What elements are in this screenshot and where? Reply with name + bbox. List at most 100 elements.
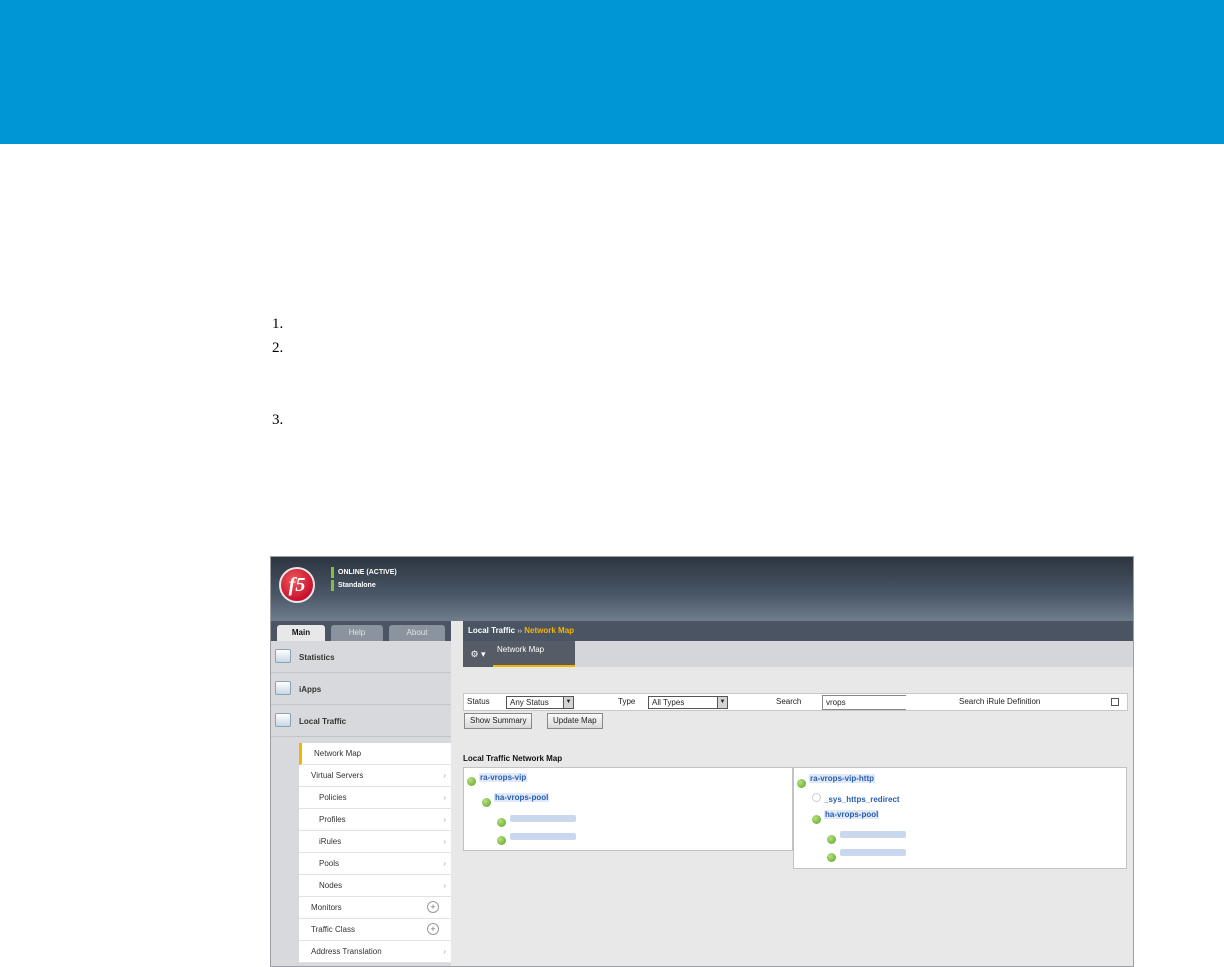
search-label: Search bbox=[776, 697, 802, 706]
header-banner bbox=[0, 0, 1224, 144]
update-map-button[interactable]: Update Map bbox=[547, 713, 603, 729]
filter-bar: Status Any Status ▼ Type All Types ▼ Sea… bbox=[463, 693, 1128, 711]
map-title: Local Traffic Network Map bbox=[463, 754, 563, 763]
blurred-pool-member[interactable] bbox=[840, 849, 906, 856]
sidebar-section-label: Local Traffic bbox=[299, 717, 347, 726]
local-traffic-icon bbox=[275, 713, 291, 727]
sidebar-item-profiles[interactable]: Profiles › bbox=[299, 809, 451, 831]
f5-screenshot: f5 ONLINE (ACTIVE) Standalone Main Help … bbox=[270, 556, 1134, 967]
sidebar-item-address-translation[interactable]: Address Translation › bbox=[299, 941, 451, 963]
sidebar-section-label: Statistics bbox=[299, 653, 335, 662]
blurred-pool-member[interactable] bbox=[510, 833, 576, 840]
tab-main[interactable]: Main bbox=[277, 625, 325, 641]
node-label: ra-vrops-vip bbox=[479, 773, 528, 782]
chevron-right-icon: › bbox=[443, 771, 446, 780]
sidebar: Statistics iApps Local Traffic Network M… bbox=[271, 641, 451, 966]
top-bar: f5 ONLINE (ACTIVE) Standalone bbox=[271, 557, 1133, 621]
search-input[interactable]: vrops bbox=[822, 695, 906, 710]
local-traffic-menu: Network Map Virtual Servers › Policies › P… bbox=[299, 743, 451, 963]
tab-about[interactable]: About bbox=[389, 625, 445, 641]
tab-network-map[interactable]: Network Map bbox=[493, 641, 575, 667]
menu-label: Address Translation bbox=[311, 947, 382, 956]
dropdown-arrow-icon: ▼ bbox=[717, 697, 727, 708]
sidebar-item-traffic-class[interactable]: Traffic Class + bbox=[299, 919, 451, 941]
menu-label: iRules bbox=[319, 837, 342, 846]
breadcrumb: Local Traffic ›› Network Map bbox=[463, 621, 1133, 641]
chevron-right-icon: › bbox=[443, 881, 446, 890]
iapps-icon bbox=[275, 681, 291, 695]
step-2-number: 2. bbox=[272, 340, 284, 356]
virtual-server-node[interactable]: ra-vrops-vip bbox=[479, 773, 528, 782]
breadcrumb-separator: ›› bbox=[517, 628, 523, 635]
sidebar-item-irules[interactable]: iRules › bbox=[299, 831, 451, 853]
sidebar-section-local-traffic[interactable]: Local Traffic bbox=[271, 705, 451, 737]
chevron-right-icon: › bbox=[443, 793, 446, 802]
node-label: ha-vrops-pool bbox=[824, 810, 880, 819]
sidebar-item-network-map[interactable]: Network Map bbox=[299, 743, 451, 765]
virtual-server-node[interactable]: ra-vrops-vip-http bbox=[809, 774, 875, 783]
type-select[interactable]: All Types ▼ bbox=[648, 696, 728, 709]
add-icon[interactable]: + bbox=[427, 901, 439, 913]
blurred-pool-member[interactable] bbox=[510, 815, 576, 822]
status-green-icon bbox=[497, 836, 506, 845]
add-icon[interactable]: + bbox=[427, 923, 439, 935]
irule-search-checkbox[interactable] bbox=[1111, 698, 1119, 706]
sidebar-section-statistics[interactable]: Statistics bbox=[271, 641, 451, 673]
status-online: ONLINE (ACTIVE) bbox=[331, 567, 397, 578]
step-3-number: 3. bbox=[272, 412, 284, 428]
menu-label: Virtual Servers bbox=[311, 771, 364, 780]
status-unknown-icon bbox=[812, 793, 821, 802]
status-green-icon bbox=[482, 798, 491, 807]
type-select-value: All Types bbox=[652, 698, 685, 707]
show-summary-button[interactable]: Show Summary bbox=[464, 713, 533, 729]
status-green-icon bbox=[797, 779, 806, 788]
sub-tab-bar: ⚙ ▾ Network Map bbox=[463, 641, 1133, 667]
breadcrumb-current: Network Map bbox=[524, 626, 575, 635]
menu-label: Network Map bbox=[314, 749, 362, 758]
f5-logo: f5 bbox=[279, 567, 315, 603]
irule-node[interactable]: _sys_https_redirect bbox=[824, 795, 900, 804]
sidebar-item-pools[interactable]: Pools › bbox=[299, 853, 451, 875]
status-select-value: Any Status bbox=[510, 698, 549, 707]
gear-menu-icon[interactable]: ⚙ ▾ bbox=[463, 641, 493, 667]
status-green-icon bbox=[812, 815, 821, 824]
menu-label: Monitors bbox=[311, 903, 342, 912]
menu-label: Pools bbox=[319, 859, 340, 868]
tab-help[interactable]: Help bbox=[331, 625, 383, 641]
status-green-icon bbox=[467, 777, 476, 786]
sidebar-item-policies[interactable]: Policies › bbox=[299, 787, 451, 809]
node-label: ra-vrops-vip-http bbox=[809, 774, 875, 783]
chevron-right-icon: › bbox=[443, 859, 446, 868]
status-green-icon bbox=[827, 853, 836, 862]
chevron-right-icon: › bbox=[443, 815, 446, 824]
step-1-number: 1. bbox=[272, 316, 284, 332]
sidebar-item-monitors[interactable]: Monitors + bbox=[299, 897, 451, 919]
breadcrumb-parent[interactable]: Local Traffic bbox=[468, 626, 515, 635]
blurred-pool-member[interactable] bbox=[840, 831, 906, 838]
irule-search-label: Search iRule Definition bbox=[959, 697, 1041, 706]
status-select[interactable]: Any Status ▼ bbox=[506, 696, 574, 709]
dropdown-arrow-icon: ▼ bbox=[563, 697, 573, 708]
map-panel-right: ra-vrops-vip-http _sys_https_redirect ha… bbox=[793, 767, 1127, 869]
menu-label: Traffic Class bbox=[311, 925, 356, 934]
pool-node[interactable]: ha-vrops-pool bbox=[824, 810, 880, 819]
status-label: Status bbox=[467, 697, 490, 706]
menu-label: Nodes bbox=[319, 881, 343, 890]
sidebar-item-virtual-servers[interactable]: Virtual Servers › bbox=[299, 765, 451, 787]
node-label: ha-vrops-pool bbox=[494, 793, 550, 802]
main-tabs: Main Help About bbox=[271, 621, 451, 641]
menu-label: Policies bbox=[319, 793, 347, 802]
type-label: Type bbox=[618, 697, 636, 706]
status-green-icon bbox=[827, 835, 836, 844]
menu-label: Profiles bbox=[319, 815, 346, 824]
sidebar-item-nodes[interactable]: Nodes › bbox=[299, 875, 451, 897]
map-panel-left: ra-vrops-vip ha-vrops-pool bbox=[463, 767, 793, 851]
sidebar-section-iapps[interactable]: iApps bbox=[271, 673, 451, 705]
status-mode: Standalone bbox=[331, 580, 376, 591]
chevron-right-icon: › bbox=[443, 837, 446, 846]
sidebar-section-label: iApps bbox=[299, 685, 322, 694]
statistics-icon bbox=[275, 649, 291, 663]
status-green-icon bbox=[497, 818, 506, 827]
chevron-right-icon: › bbox=[443, 947, 446, 956]
pool-node[interactable]: ha-vrops-pool bbox=[494, 793, 550, 802]
